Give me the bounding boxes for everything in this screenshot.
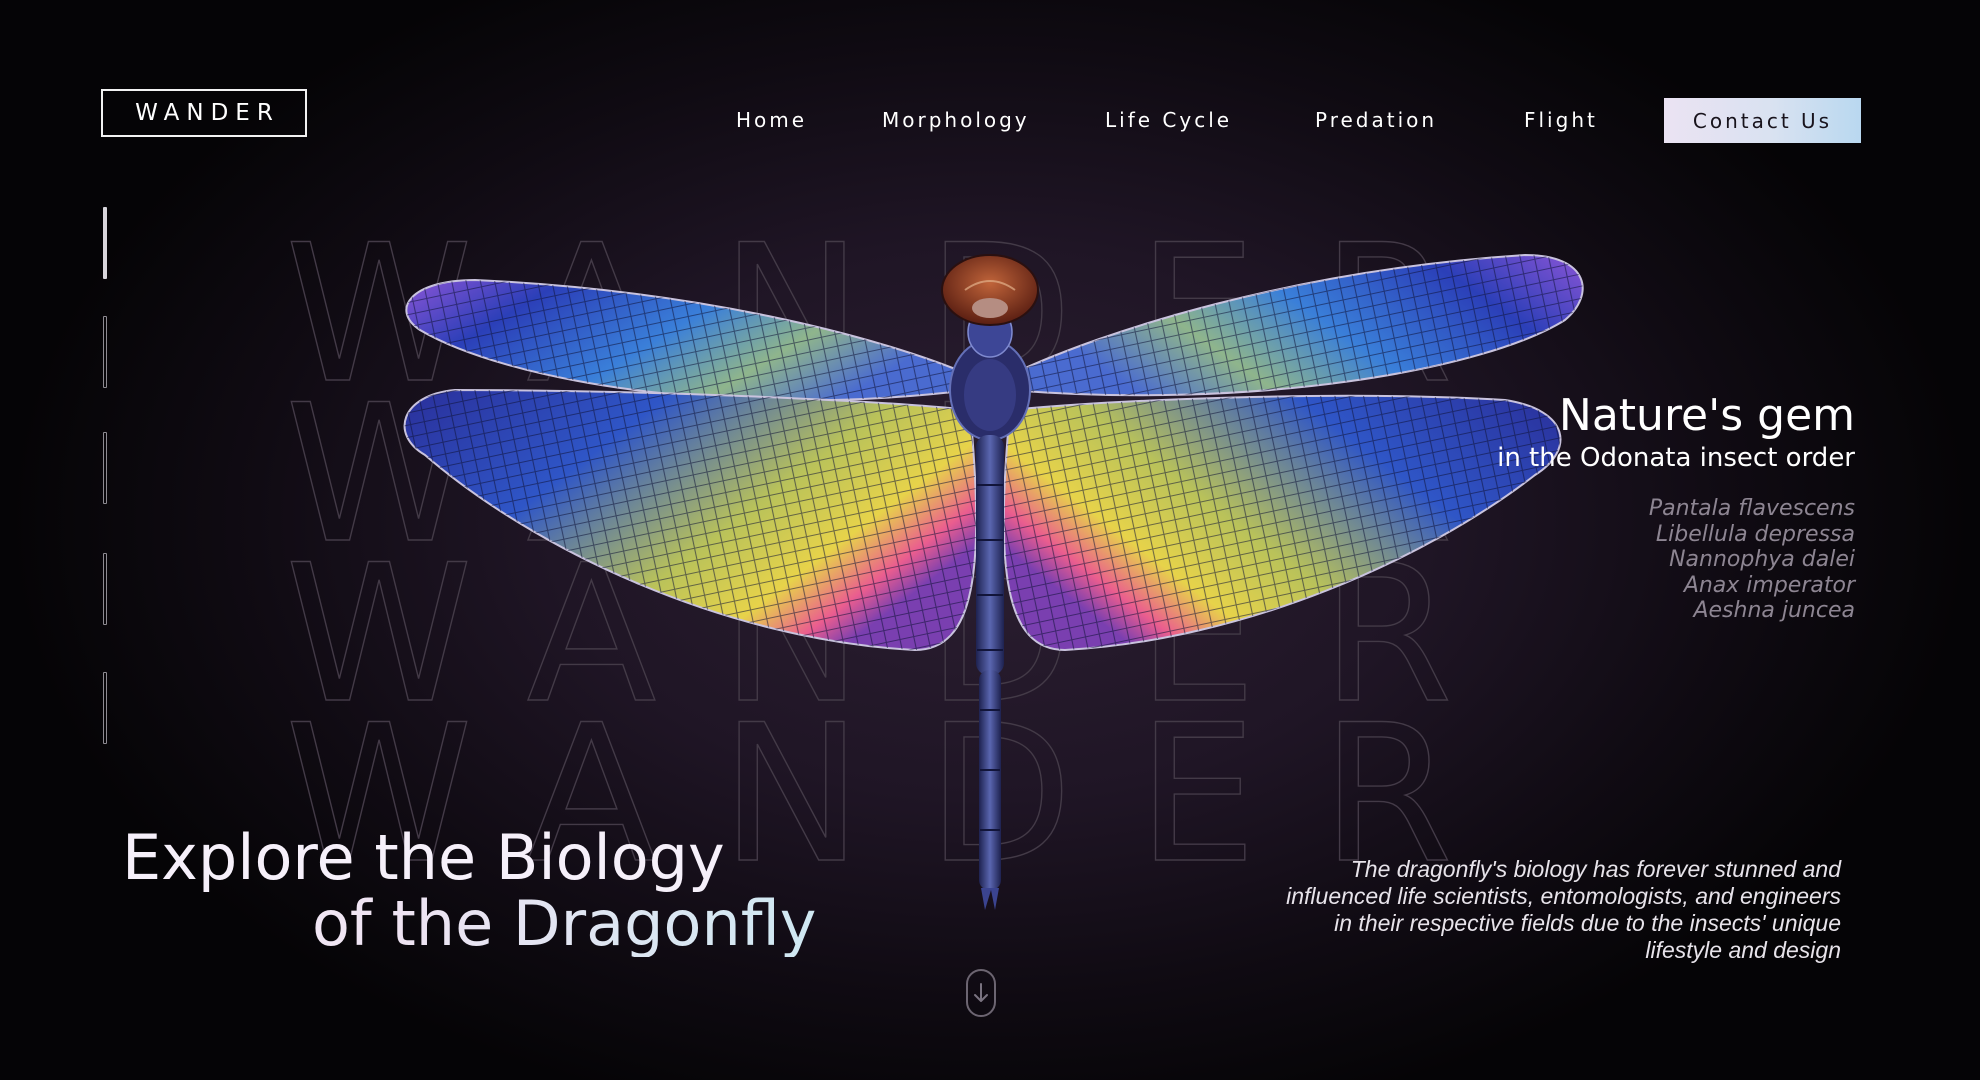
logo[interactable]: WANDER <box>101 89 307 137</box>
species-item: Pantala flavescens <box>1648 496 1855 521</box>
section-indicator-4[interactable] <box>103 553 107 625</box>
feature-title: Nature's gem <box>1558 390 1855 441</box>
nav-flight[interactable]: Flight <box>1524 108 1598 132</box>
dragonfly-image <box>403 253 1584 910</box>
hero-title-line-2: of the Dragonfly <box>122 891 816 957</box>
nav-life-cycle[interactable]: Life Cycle <box>1105 108 1232 132</box>
species-item: Libellula depressa <box>1655 521 1855 547</box>
arrow-down-icon <box>974 983 988 1002</box>
feature-subtitle: in the Odonata insect order <box>1497 443 1855 473</box>
section-indicator-2[interactable] <box>103 316 107 388</box>
section-indicator-1[interactable] <box>103 207 107 279</box>
scroll-down-button[interactable] <box>966 969 996 1017</box>
species-item: Anax imperator <box>1683 572 1855 598</box>
species-list: Pantala flavescens Libellula depressa Na… <box>1649 496 1855 624</box>
nav-home[interactable]: Home <box>736 108 807 132</box>
nav-morphology[interactable]: Morphology <box>882 108 1030 132</box>
contact-us-button[interactable]: Contact Us <box>1664 98 1861 143</box>
landing-page: WANDER WANDER WANDER WANDER <box>0 0 1980 1080</box>
section-indicator-5[interactable] <box>103 672 107 744</box>
hero-title-line-1: Explore the Biology <box>122 821 725 894</box>
hero-headline: Explore the Biology of the Dragonfly <box>122 825 816 957</box>
species-item: Aeshna juncea <box>1693 598 1855 623</box>
hero-description: The dragonfly's biology has forever stun… <box>1286 856 1841 963</box>
species-item: Nannophya dalei <box>1669 547 1855 572</box>
section-indicator-3[interactable] <box>103 432 107 504</box>
nav-predation[interactable]: Predation <box>1315 108 1437 132</box>
